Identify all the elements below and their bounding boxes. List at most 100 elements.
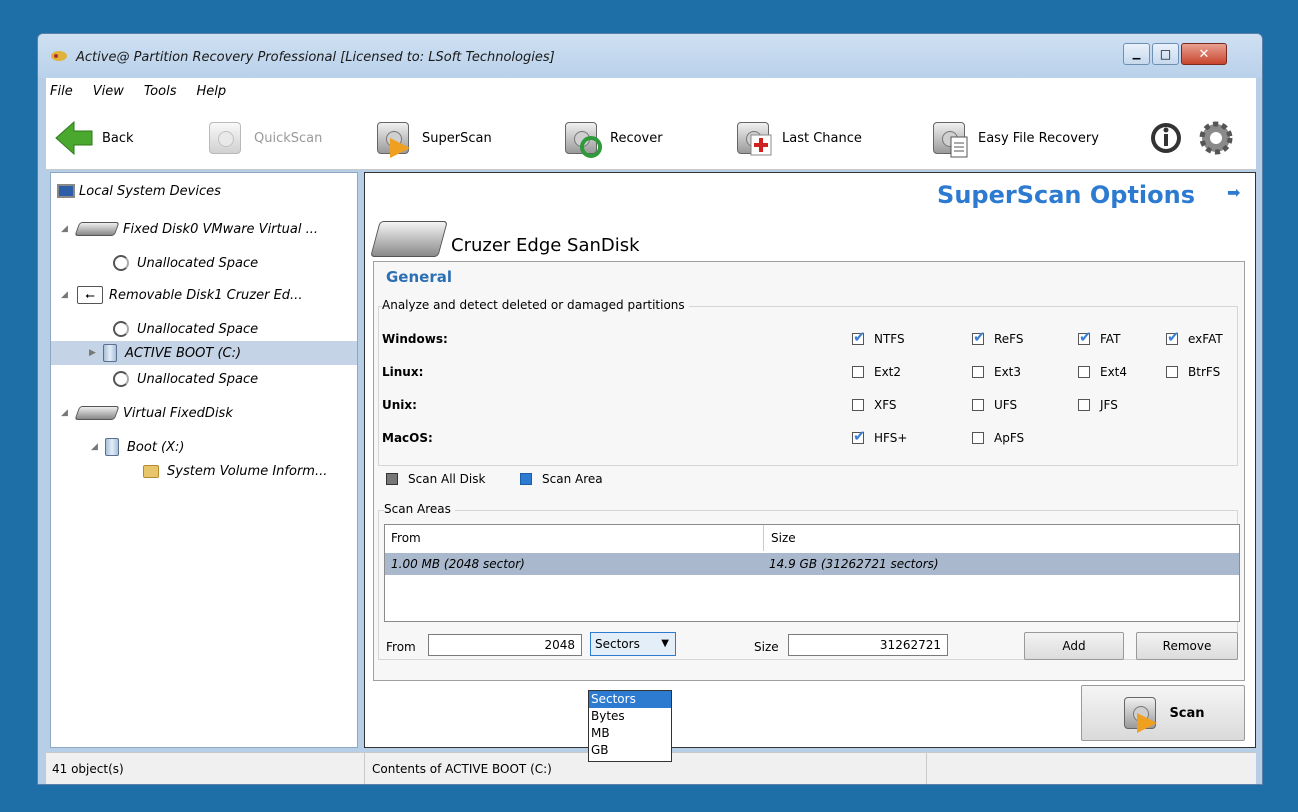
app-logo-icon [50, 50, 68, 62]
column-header-size[interactable]: Size [765, 525, 796, 551]
status-divider [926, 753, 927, 784]
checkbox-icon [852, 399, 864, 411]
unit-option-bytes[interactable]: Bytes [589, 708, 671, 725]
recover-label: Recover [610, 130, 663, 146]
collapse-icon[interactable]: ◢ [61, 224, 71, 234]
usb-icon: ⭠ [77, 286, 103, 304]
scan-all-disk-option[interactable]: Scan All Disk [386, 472, 485, 486]
checkbox-ufs[interactable]: UFS [972, 398, 1017, 412]
checkbox-label: Ext3 [994, 365, 1022, 379]
checkbox-label: JFS [1100, 398, 1118, 412]
info-icon [1146, 118, 1186, 158]
collapse-icon[interactable]: ◢ [61, 408, 71, 418]
tree-root[interactable]: Local System Devices [57, 179, 221, 203]
device-tree-panel: Local System Devices ◢ Fixed Disk0 VMwar… [50, 172, 358, 748]
title-bar[interactable]: Active@ Partition Recovery Professional … [38, 34, 1262, 78]
tree-item-system-volume[interactable]: System Volume Inform... [143, 459, 327, 483]
tree-item-label: System Volume Inform... [167, 463, 328, 479]
maximize-icon: □ [1159, 47, 1172, 61]
size-input[interactable]: 31262721 [788, 634, 948, 656]
os-label-macos: MacOS: [382, 431, 433, 445]
tree-item-virtual-fixeddisk[interactable]: ◢ Virtual FixedDisk [61, 401, 233, 425]
superscan-button[interactable]: SuperScan [374, 116, 492, 160]
scan-label: Scan [1169, 705, 1205, 721]
add-button[interactable]: Add [1024, 632, 1124, 660]
about-button[interactable] [1146, 116, 1194, 160]
column-header-from[interactable]: From [385, 525, 421, 551]
checkbox-icon [1078, 328, 1092, 346]
hard-disk-icon [74, 222, 120, 236]
cell-from: 1.00 MB (2048 sector) [391, 557, 525, 571]
os-label-unix: Unix: [382, 398, 417, 412]
easy-file-recovery-button[interactable]: Easy File Recovery [930, 116, 1099, 160]
checkbox-label: ReFS [994, 332, 1024, 346]
maximize-button[interactable]: □ [1152, 43, 1179, 65]
minimize-button[interactable]: ▁ [1123, 43, 1150, 65]
checkbox-ext4[interactable]: Ext4 [1078, 365, 1127, 379]
volume-icon [105, 438, 119, 456]
filesystem-group [378, 306, 1238, 466]
last-chance-button[interactable]: Last Chance [734, 116, 862, 160]
menu-help[interactable]: Help [196, 84, 226, 99]
unallocated-space-icon [113, 321, 129, 337]
from-input[interactable]: 2048 [428, 634, 582, 656]
last-chance-label: Last Chance [782, 130, 862, 146]
unallocated-space-icon [113, 255, 129, 271]
tree-item-unallocated-2[interactable]: Unallocated Space [113, 317, 258, 341]
status-divider [364, 753, 365, 784]
tree-item-unallocated-1[interactable]: Unallocated Space [113, 251, 258, 275]
expand-icon[interactable]: ▶ [89, 348, 99, 358]
checkbox-jfs[interactable]: JFS [1078, 398, 1118, 412]
window-title: Active@ Partition Recovery Professional … [76, 50, 555, 65]
unit-option-gb[interactable]: GB [589, 742, 671, 759]
tree-item-active-boot[interactable]: ▶ ACTIVE BOOT (C:) [51, 341, 357, 365]
menu-tools[interactable]: Tools [144, 84, 177, 99]
checkbox-btrfs[interactable]: BtrFS [1166, 365, 1220, 379]
status-object-count: 41 object(s) [52, 762, 124, 776]
volume-icon [103, 344, 117, 362]
unit-option-sectors[interactable]: Sectors [589, 691, 671, 708]
checkbox-ext2[interactable]: Ext2 [852, 365, 901, 379]
recover-button[interactable]: Recover [562, 116, 663, 160]
tree-item-fixed-disk0[interactable]: ◢ Fixed Disk0 VMware Virtual ... [61, 217, 318, 241]
back-button[interactable]: Back [54, 116, 134, 160]
unit-select[interactable]: Sectors ▼ [590, 632, 676, 656]
collapse-icon[interactable]: ◢ [61, 290, 71, 300]
checkbox-ntfs[interactable]: NTFS [852, 328, 905, 346]
checkbox-ext3[interactable]: Ext3 [972, 365, 1021, 379]
size-label: Size [754, 640, 779, 654]
superscan-options-panel: SuperScan Options ➡ Cruzer Edge SanDisk … [364, 172, 1256, 748]
checkbox-refs[interactable]: ReFS [972, 328, 1024, 346]
menu-file[interactable]: File [50, 84, 73, 99]
scan-areas-table[interactable]: From Size 1.00 MB (2048 sector) 14.9 GB … [384, 524, 1240, 622]
checkbox-label: BtrFS [1188, 365, 1221, 379]
tree-item-unallocated-3[interactable]: Unallocated Space [113, 367, 258, 391]
checkbox-label: ApFS [994, 431, 1025, 445]
checkbox-hfs[interactable]: HFS+ [852, 427, 907, 445]
checkbox-label: UFS [994, 398, 1018, 412]
device-drive-icon [370, 221, 448, 257]
checkbox-apfs[interactable]: ApFS [972, 431, 1024, 445]
close-button[interactable]: ✕ [1181, 43, 1227, 65]
gear-icon [1196, 118, 1236, 158]
remove-button[interactable]: Remove [1136, 632, 1238, 660]
checkbox-fat[interactable]: FAT [1078, 328, 1120, 346]
table-row[interactable]: 1.00 MB (2048 sector) 14.9 GB (31262721 … [385, 553, 1239, 575]
menu-view[interactable]: View [93, 84, 124, 99]
close-icon: ✕ [1198, 46, 1210, 62]
checkbox-exfat[interactable]: exFAT [1166, 328, 1223, 346]
settings-button[interactable] [1196, 116, 1244, 160]
tree-item-removable-disk1[interactable]: ◢ ⭠ Removable Disk1 Cruzer Ed... [61, 283, 302, 307]
collapse-icon[interactable]: ◢ [91, 442, 101, 452]
checkbox-xfs[interactable]: XFS [852, 398, 897, 412]
checkbox-label: Ext4 [1100, 365, 1128, 379]
tree-item-boot-x[interactable]: ◢ Boot (X:) [91, 435, 184, 459]
unit-option-mb[interactable]: MB [589, 725, 671, 742]
general-heading: General [386, 268, 452, 286]
scan-area-option[interactable]: Scan Area [520, 472, 603, 486]
scan-button[interactable]: Scan [1081, 685, 1245, 741]
checkbox-icon [1078, 366, 1090, 378]
quickscan-button[interactable]: QuickScan [206, 116, 322, 160]
scan-areas-label: Scan Areas [384, 502, 455, 516]
arrow-right-icon[interactable]: ➡ [1227, 185, 1243, 201]
